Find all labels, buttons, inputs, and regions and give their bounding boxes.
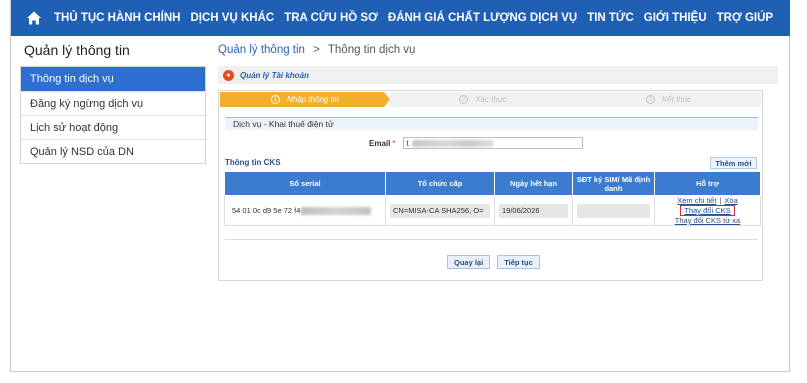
breadcrumb: Quản lý thông tin > Thông tin dịch vụ xyxy=(218,36,778,62)
breadcrumb-separator: > xyxy=(313,44,320,56)
expiry-value: 19/06/2026 xyxy=(499,203,568,218)
serial-text: 54 01 0c d9 5e 72 f4 xyxy=(232,206,301,215)
page-frame: THỦ TỤC HÀNH CHÍNH DỊCH VỤ KHÁC TRA CỨU … xyxy=(10,0,790,372)
continue-button[interactable]: Tiếp tục xyxy=(497,255,540,269)
required-marker: * xyxy=(392,138,396,148)
account-icon: ● xyxy=(223,69,234,81)
delete-link[interactable]: Xóa xyxy=(724,196,737,205)
sidebar: Quản lý thông tin Thông tin dịch vụ Đăng… xyxy=(20,36,206,164)
cell-expiry: 19/06/2026 xyxy=(494,195,573,226)
account-bar: ● Quản lý Tài khoản xyxy=(218,66,778,84)
step-nhap-thong-tin: 1 Nhập thông tin xyxy=(220,92,390,107)
change-cks-remote-link[interactable]: Thay đổi CKS từ xa xyxy=(675,216,740,225)
email-label-text: Email xyxy=(369,138,391,148)
redacted-email xyxy=(412,140,495,147)
link-separator: | xyxy=(719,196,722,205)
step-number: 1 xyxy=(270,95,280,104)
breadcrumb-parent-link[interactable]: Quản lý thông tin xyxy=(218,44,305,56)
action-buttons: Quay lại Tiếp tục xyxy=(447,255,540,269)
account-manage-link[interactable]: Quản lý Tài khoản xyxy=(240,71,309,80)
sidebar-item-quan-ly-nsd[interactable]: Quản lý NSD của DN xyxy=(21,139,205,163)
divider xyxy=(225,239,758,240)
service-panel: 1 Nhập thông tin 2 Xác thực 3 Kết thúc D… xyxy=(218,90,763,281)
step-number: 3 xyxy=(645,95,655,104)
email-row: Email * t xyxy=(369,137,584,149)
back-button[interactable]: Quay lại xyxy=(447,255,491,269)
redacted-serial xyxy=(301,206,371,215)
add-new-button[interactable]: Thêm mới xyxy=(710,157,757,169)
sidebar-title: Quản lý thông tin xyxy=(24,42,130,58)
step-ket-thuc: 3 Kết thúc xyxy=(576,92,761,107)
col-expiry: Ngày hết hạn xyxy=(494,171,573,196)
col-sim: SĐT ký SIM/ Mã định danh xyxy=(572,171,655,196)
col-issuer: Tổ chức cấp xyxy=(385,171,495,196)
nav-thu-tuc-hanh-chinh[interactable]: THỦ TỤC HÀNH CHÍNH xyxy=(49,12,186,24)
cks-table: Số serial Tổ chức cấp Ngày hết hạn SĐT k… xyxy=(224,171,761,226)
main-content: Quản lý thông tin > Thông tin dịch vụ ● … xyxy=(218,36,778,281)
email-value: t xyxy=(406,138,409,148)
sidebar-item-lich-su-hoat-dong[interactable]: Lịch sử hoạt động xyxy=(21,115,205,139)
serial-value: 54 01 0c d9 5e 72 f4 xyxy=(229,203,381,218)
step-number: 2 xyxy=(459,95,469,104)
nav-tin-tuc[interactable]: TIN TỨC xyxy=(582,12,639,24)
table-header-row: Số serial Tổ chức cấp Ngày hết hạn SĐT k… xyxy=(224,171,761,196)
nav-tra-cuu-ho-so[interactable]: TRA CỨU HỒ SƠ xyxy=(279,12,383,24)
cell-support: Xem chi tiết | Xóa Thay đổi CKS Thay đổi C… xyxy=(654,195,761,226)
step-label: Kết thúc xyxy=(661,95,692,104)
table-row: 54 01 0c d9 5e 72 f4 CN=MISA-CA SHA256, … xyxy=(224,195,761,226)
top-navigation: THỦ TỤC HÀNH CHÍNH DỊCH VỤ KHÁC TRA CỨU … xyxy=(11,0,790,36)
nav-tro-giup[interactable]: TRỢ GIÚP xyxy=(712,12,778,24)
step-label: Nhập thông tin xyxy=(286,95,340,104)
nav-dich-vu-khac[interactable]: DỊCH VỤ KHÁC xyxy=(186,12,280,24)
cell-sim xyxy=(572,195,655,226)
cell-issuer: CN=MISA-CA SHA256, O= xyxy=(385,195,495,226)
home-icon[interactable] xyxy=(19,0,49,36)
step-label: Xác thực xyxy=(475,95,507,104)
cks-title: Thông tin CKS xyxy=(225,158,281,167)
change-cks-link[interactable]: Thay đổi CKS xyxy=(680,205,735,216)
sidebar-menu: Thông tin dịch vụ Đăng ký ngừng dịch vụ … xyxy=(20,66,206,164)
section-title: Dịch vụ - Khai thuế điện tử xyxy=(225,117,758,130)
breadcrumb-current: Thông tin dịch vụ xyxy=(327,44,416,56)
support-links: Xem chi tiết | Xóa Thay đổi CKS Thay đổi C… xyxy=(659,196,756,225)
cell-serial: 54 01 0c d9 5e 72 f4 xyxy=(224,195,386,226)
view-detail-link[interactable]: Xem chi tiết xyxy=(677,196,716,205)
issuer-value: CN=MISA-CA SHA256, O= xyxy=(390,203,490,218)
progress-steps: 1 Nhập thông tin 2 Xác thực 3 Kết thúc xyxy=(220,92,761,107)
email-input[interactable]: t xyxy=(403,137,584,149)
email-label: Email * xyxy=(369,139,395,148)
col-serial: Số serial xyxy=(224,171,386,196)
sidebar-item-thong-tin-dich-vu[interactable]: Thông tin dịch vụ xyxy=(21,67,205,91)
sim-value xyxy=(577,203,650,218)
nav-danh-gia-chat-luong[interactable]: ĐÁNH GIÁ CHẤT LƯỢNG DỊCH VỤ xyxy=(383,12,582,24)
col-support: Hỗ trợ xyxy=(654,171,761,196)
sidebar-item-dang-ky-ngung-dich-vu[interactable]: Đăng ký ngừng dịch vụ xyxy=(21,91,205,115)
nav-gioi-thieu[interactable]: GIỚI THIỆU xyxy=(639,12,712,24)
step-xac-thuc: 2 Xác thực xyxy=(390,92,576,107)
